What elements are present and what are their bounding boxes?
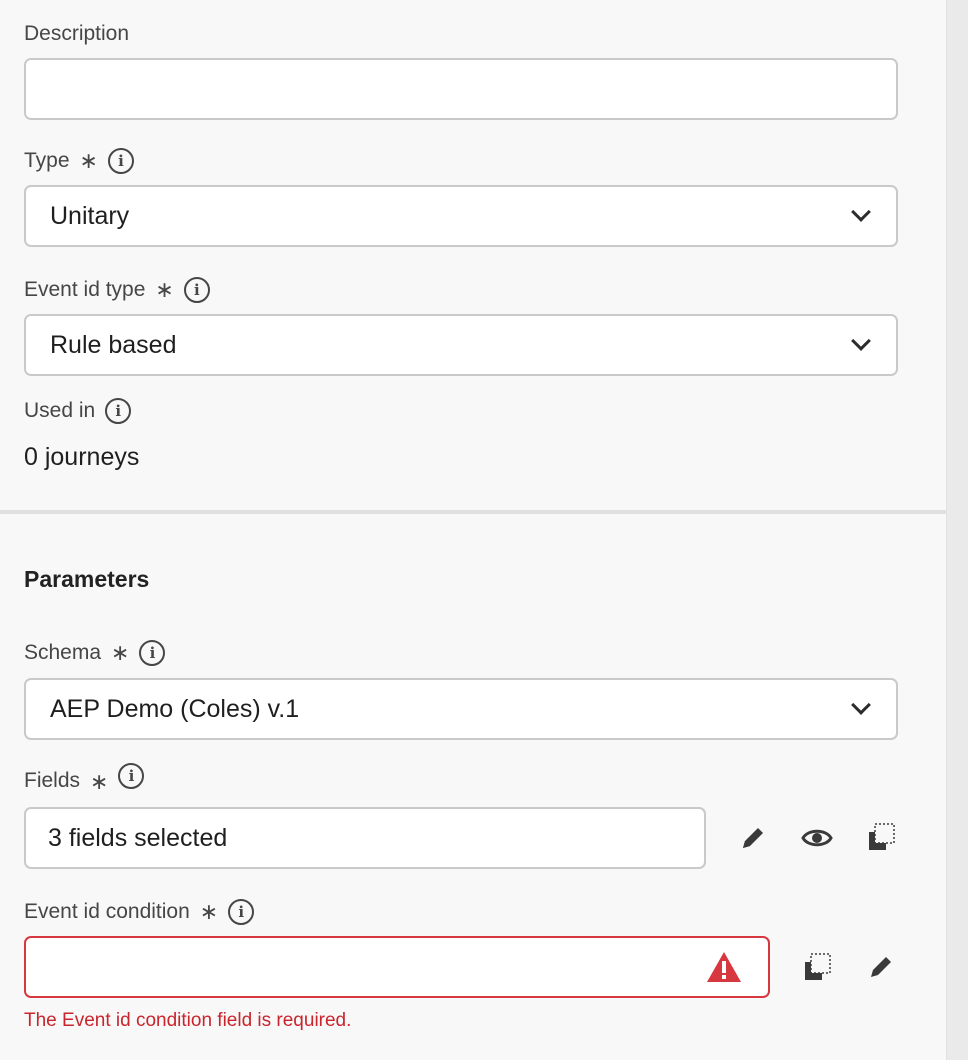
type-label: Type ∗ i bbox=[24, 147, 134, 175]
chevron-down-icon bbox=[851, 202, 871, 222]
schema-label-text: Schema bbox=[24, 641, 102, 664]
event-id-type-dropdown[interactable]: Rule based bbox=[24, 314, 898, 376]
schema-label: Schema ∗ i bbox=[24, 639, 166, 667]
copy-icon[interactable] bbox=[800, 950, 834, 984]
description-label: Description bbox=[24, 20, 129, 48]
required-marker: ∗ bbox=[155, 277, 174, 302]
schema-dropdown-value: AEP Demo (Coles) v.1 bbox=[50, 694, 300, 723]
alert-triangle-icon bbox=[706, 951, 742, 983]
info-icon[interactable]: i bbox=[139, 640, 166, 666]
fields-input[interactable]: 3 fields selected bbox=[24, 807, 706, 869]
fields-label-text: Fields bbox=[24, 769, 81, 792]
scrollbar-track[interactable] bbox=[946, 0, 968, 1060]
used-in-label: Used in i bbox=[24, 397, 132, 425]
parameters-heading: Parameters bbox=[24, 566, 150, 592]
info-icon[interactable]: i bbox=[105, 398, 132, 424]
type-dropdown-value: Unitary bbox=[50, 201, 130, 230]
chevron-down-icon bbox=[851, 331, 871, 351]
event-id-condition-input[interactable] bbox=[24, 936, 770, 998]
pencil-icon[interactable] bbox=[736, 821, 770, 855]
description-label-text: Description bbox=[24, 22, 130, 45]
type-dropdown[interactable]: Unitary bbox=[24, 185, 898, 247]
type-label-text: Type bbox=[24, 149, 70, 172]
event-configuration-panel: Description Type ∗ i Unitary Event id ty… bbox=[0, 0, 946, 1060]
event-id-condition-label: Event id condition ∗ i bbox=[24, 898, 255, 926]
eye-icon[interactable] bbox=[800, 821, 834, 855]
info-icon[interactable]: i bbox=[228, 899, 255, 925]
section-divider bbox=[0, 510, 946, 514]
schema-dropdown[interactable]: AEP Demo (Coles) v.1 bbox=[24, 678, 898, 740]
event-id-type-label: Event id type ∗ i bbox=[24, 276, 210, 304]
pencil-icon[interactable] bbox=[864, 950, 898, 984]
info-icon[interactable]: i bbox=[183, 277, 210, 303]
required-marker: ∗ bbox=[111, 640, 130, 665]
info-icon[interactable]: i bbox=[118, 763, 145, 789]
copy-icon[interactable] bbox=[864, 820, 898, 854]
event-id-type-dropdown-value: Rule based bbox=[50, 330, 177, 359]
description-input[interactable] bbox=[24, 58, 898, 120]
fields-input-value: 3 fields selected bbox=[48, 823, 228, 852]
fields-label: Fields ∗ i bbox=[24, 763, 145, 797]
chevron-down-icon bbox=[851, 695, 871, 715]
event-id-type-label-text: Event id type bbox=[24, 278, 146, 301]
event-id-condition-label-text: Event id condition bbox=[24, 900, 190, 923]
required-marker: ∗ bbox=[199, 899, 219, 924]
info-icon[interactable]: i bbox=[107, 148, 134, 174]
required-marker: ∗ bbox=[90, 769, 109, 794]
event-id-condition-error: The Event id condition field is required… bbox=[24, 1010, 352, 1031]
required-marker: ∗ bbox=[79, 148, 98, 173]
used-in-label-text: Used in bbox=[24, 399, 96, 422]
used-in-value: 0 journeys bbox=[24, 443, 140, 471]
